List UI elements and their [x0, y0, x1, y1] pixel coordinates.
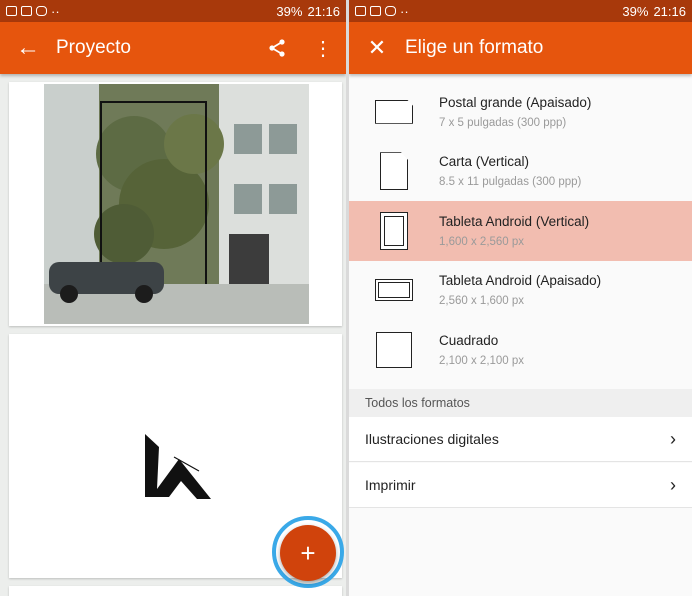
format-picker-screen: ·· 39% 21:16 ✕ Elige un formato Postal g… [349, 0, 692, 596]
more-notifications-icon: ·· [51, 3, 60, 19]
section-header-all-formats: Todos los formatos [349, 389, 692, 417]
format-dims: 2,100 x 2,100 px [439, 354, 525, 367]
status-bar: ·· 39% 21:16 [349, 0, 692, 22]
format-dims: 1,600 x 2,560 px [439, 235, 525, 248]
category-label: Ilustraciones digitales [365, 431, 499, 447]
format-app-bar: ✕ Elige un formato [349, 22, 692, 74]
project-app-bar: ← Proyecto ⋮ [0, 22, 346, 74]
back-arrow-icon[interactable]: ← [0, 22, 56, 74]
building-photo-thumbnail [44, 84, 309, 324]
category-label: Imprimir [365, 477, 416, 493]
format-item-letter[interactable]: Carta (Vertical) 8.5 x 11 pulgadas (300 … [349, 142, 692, 202]
la-logo-sketch [145, 434, 211, 499]
overflow-menu-icon[interactable]: ⋮ [300, 22, 346, 74]
youtube-notification-icon [21, 6, 32, 16]
page-title: Proyecto [56, 37, 131, 58]
instagram-notification-icon [385, 6, 396, 16]
status-bar: ·· 39% 21:16 [0, 0, 346, 22]
square-page-icon [376, 331, 412, 368]
project-card-building[interactable] [9, 82, 342, 326]
add-project-fab[interactable]: + [280, 525, 336, 581]
format-item-square[interactable]: Cuadrado 2,100 x 2,100 px [349, 320, 692, 380]
format-list: Postal grande (Apaisado) 7 x 5 pulgadas … [349, 82, 692, 380]
page-title: Elige un formato [405, 37, 544, 58]
share-icon[interactable] [254, 22, 300, 74]
youtube-notification-icon [370, 6, 381, 16]
format-name: Tableta Android (Apaisado) [439, 273, 602, 289]
format-item-postcard[interactable]: Postal grande (Apaisado) 7 x 5 pulgadas … [349, 82, 692, 142]
tablet-portrait-icon [380, 211, 408, 250]
chevron-right-icon: › [670, 428, 676, 449]
instagram-notification-icon [36, 6, 47, 16]
format-dims: 2,560 x 1,600 px [439, 295, 525, 308]
format-item-tablet-landscape[interactable]: Tableta Android (Apaisado) 2,560 x 1,600… [349, 261, 692, 321]
close-icon[interactable]: ✕ [349, 22, 405, 74]
chevron-right-icon: › [670, 474, 676, 495]
clock: 21:16 [653, 3, 686, 19]
battery-percent: 39% [276, 3, 303, 19]
landscape-page-icon [375, 99, 413, 124]
format-item-tablet-portrait[interactable]: Tableta Android (Vertical) 1,600 x 2,560… [349, 201, 692, 261]
format-dims: 7 x 5 pulgadas (300 ppp) [439, 116, 567, 129]
battery-percent: 39% [622, 3, 649, 19]
format-dims: 8.5 x 11 pulgadas (300 ppp) [439, 176, 582, 189]
project-screen: ·· 39% 21:16 ← Proyecto ⋮ + [0, 0, 346, 596]
gallery-notification-icon [355, 6, 366, 16]
project-card-partial[interactable] [9, 586, 342, 596]
format-name: Tableta Android (Vertical) [439, 213, 590, 229]
category-digital-illustrations[interactable]: Ilustraciones digitales › [349, 417, 692, 462]
format-name: Cuadrado [439, 332, 499, 348]
clock: 21:16 [307, 3, 340, 19]
gallery-notification-icon [6, 6, 17, 16]
more-notifications-icon: ·· [400, 3, 409, 19]
portrait-page-icon [380, 152, 408, 191]
format-name: Postal grande (Apaisado) [439, 94, 592, 110]
tablet-landscape-icon [375, 279, 413, 302]
category-print[interactable]: Imprimir › [349, 463, 692, 508]
format-name: Carta (Vertical) [439, 154, 530, 170]
